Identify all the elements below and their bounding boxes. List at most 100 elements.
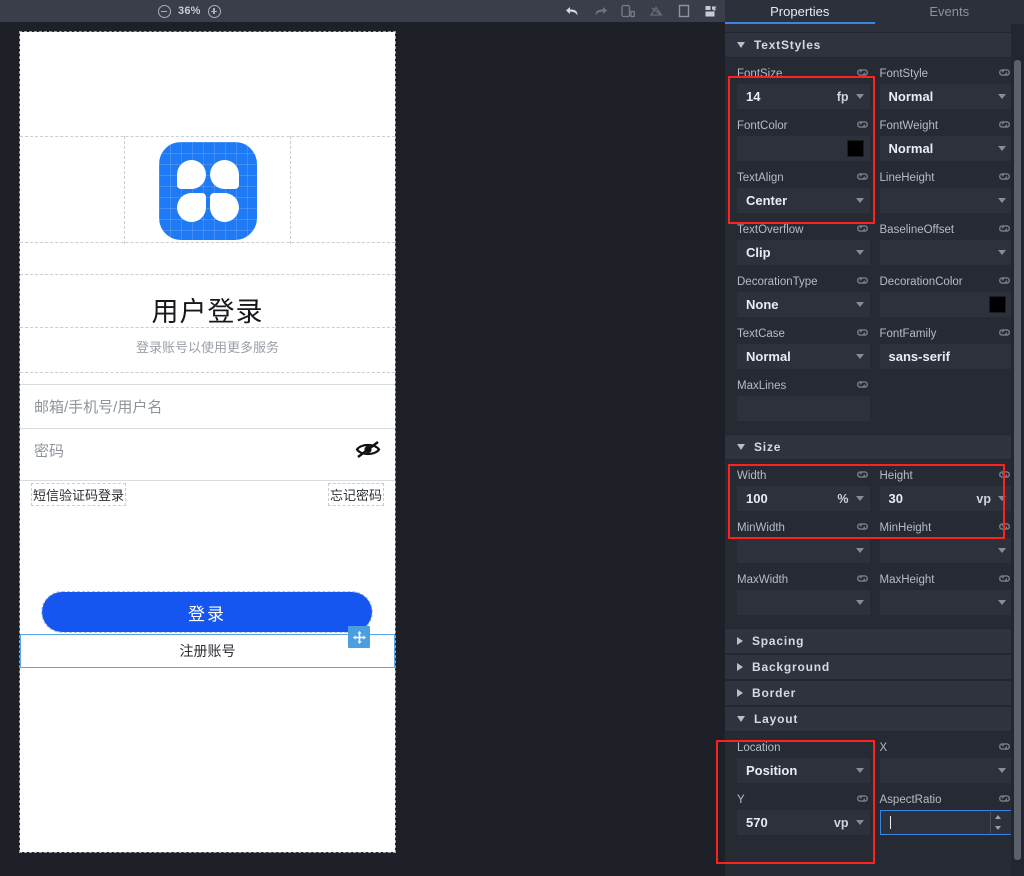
panel-scrollbar-track[interactable]: [1011, 24, 1024, 876]
section-header-textstyles[interactable]: TextStyles: [725, 32, 1024, 58]
link-chain-icon[interactable]: [997, 571, 1012, 589]
link-chain-icon[interactable]: [997, 65, 1012, 83]
sms-login-link[interactable]: 短信验证码登录: [32, 484, 125, 505]
tab-properties[interactable]: Properties: [725, 0, 875, 24]
link-chain-icon[interactable]: [997, 467, 1012, 485]
prop-input-minheight[interactable]: [880, 538, 1013, 563]
section-header-spacing[interactable]: Spacing: [725, 628, 1024, 654]
prop-input-baselineoffset[interactable]: [880, 240, 1013, 265]
link-chain-icon[interactable]: [855, 325, 870, 343]
prop-input-textcase[interactable]: Normal: [737, 344, 870, 369]
panel-scrollbar-thumb[interactable]: [1014, 60, 1021, 860]
prop-input-fontstyle[interactable]: Normal: [880, 84, 1013, 109]
prop-input-maxheight[interactable]: [880, 590, 1013, 615]
chevron-down-icon[interactable]: [856, 198, 864, 203]
move-handle-icon[interactable]: [348, 626, 370, 648]
link-chain-icon[interactable]: [997, 519, 1012, 537]
chevron-down-icon[interactable]: [856, 94, 864, 99]
prop-input-aspectratio[interactable]: [880, 810, 1013, 835]
chevron-down-icon[interactable]: [856, 820, 864, 825]
link-chain-icon[interactable]: [855, 467, 870, 485]
prop-input-decorationcolor[interactable]: [880, 292, 1013, 317]
frame-icon[interactable]: [677, 4, 691, 18]
prop-input-y[interactable]: 570 vp: [737, 810, 870, 835]
chevron-down-icon[interactable]: [856, 302, 864, 307]
section-header-size[interactable]: Size: [725, 434, 1024, 460]
link-chain-icon[interactable]: [997, 221, 1012, 239]
link-chain-icon[interactable]: [855, 377, 870, 395]
prop-input-maxwidth[interactable]: [737, 590, 870, 615]
prop-input-fontweight[interactable]: Normal: [880, 136, 1013, 161]
chevron-down-icon[interactable]: [998, 146, 1006, 151]
link-chain-icon[interactable]: [997, 169, 1012, 187]
link-chain-icon[interactable]: [997, 273, 1012, 291]
chevron-down-icon[interactable]: [856, 600, 864, 605]
chevron-down-icon[interactable]: [998, 496, 1006, 501]
chevron-down-icon[interactable]: [998, 600, 1006, 605]
register-link[interactable]: 注册账号: [20, 634, 395, 668]
prop-input-x[interactable]: [880, 758, 1013, 783]
chevron-down-icon[interactable]: [856, 354, 864, 359]
prop-input-textoverflow[interactable]: Clip: [737, 240, 870, 265]
chevron-down-icon[interactable]: [856, 496, 864, 501]
zoom-in-icon[interactable]: [208, 5, 221, 18]
link-preview-icon[interactable]: [649, 4, 664, 18]
tab-events[interactable]: Events: [875, 0, 1024, 24]
prop-input-minwidth[interactable]: [737, 538, 870, 563]
login-button[interactable]: 登录: [42, 592, 372, 632]
undo-icon[interactable]: [565, 5, 580, 18]
phone-preview[interactable]: 用户登录 登录账号以使用更多服务 邮箱/手机号/用户名 密码 短信验证码登录 忘…: [20, 32, 395, 852]
prop-input-textalign[interactable]: Center: [737, 188, 870, 213]
link-chain-icon[interactable]: [997, 117, 1012, 135]
prop-input-decorationtype[interactable]: None: [737, 292, 870, 317]
section-header-border[interactable]: Border: [725, 680, 1024, 706]
username-placeholder: 邮箱/手机号/用户名: [34, 396, 162, 417]
prop-y: Y 570 vp: [737, 790, 870, 835]
prop-input-lineheight[interactable]: [880, 188, 1013, 213]
canvas-area[interactable]: 用户登录 登录账号以使用更多服务 邮箱/手机号/用户名 密码 短信验证码登录 忘…: [0, 22, 725, 876]
prop-input-height[interactable]: 30 vp: [880, 486, 1013, 511]
redo-icon[interactable]: [593, 5, 608, 18]
chevron-down-icon[interactable]: [856, 548, 864, 553]
chevron-down-icon[interactable]: [856, 250, 864, 255]
link-chain-icon[interactable]: [997, 791, 1012, 809]
color-swatch[interactable]: [847, 140, 864, 157]
link-chain-icon[interactable]: [997, 739, 1012, 757]
eye-off-icon[interactable]: [355, 439, 381, 463]
zoom-out-icon[interactable]: [158, 5, 171, 18]
link-chain-icon[interactable]: [855, 169, 870, 187]
chevron-down-icon[interactable]: [998, 250, 1006, 255]
chevron-down-icon[interactable]: [998, 548, 1006, 553]
color-swatch[interactable]: [989, 296, 1006, 313]
link-chain-icon[interactable]: [855, 65, 870, 83]
section-header-layout[interactable]: Layout: [725, 706, 1024, 732]
prop-input-fontcolor[interactable]: [737, 136, 870, 161]
prop-input-fontsize[interactable]: 14 fp: [737, 84, 870, 109]
chevron-down-icon[interactable]: [998, 768, 1006, 773]
multi-device-icon[interactable]: [704, 4, 719, 18]
spinner-stepper[interactable]: [990, 812, 1005, 833]
username-input[interactable]: 邮箱/手机号/用户名: [20, 384, 395, 428]
device-preview-icon[interactable]: [621, 4, 636, 18]
link-chain-icon[interactable]: [997, 325, 1012, 343]
chevron-down-icon: [737, 42, 745, 48]
prop-input-maxlines[interactable]: [737, 396, 870, 421]
prop-input-fontfamily[interactable]: sans-serif: [880, 344, 1013, 369]
prop-value: 30: [889, 491, 903, 506]
link-chain-icon[interactable]: [855, 519, 870, 537]
link-chain-icon[interactable]: [855, 571, 870, 589]
link-chain-icon[interactable]: [855, 273, 870, 291]
chevron-down-icon[interactable]: [998, 198, 1006, 203]
password-input[interactable]: 密码: [20, 428, 395, 472]
prop-fontstyle: FontStyle Normal: [880, 64, 1013, 109]
chevron-down-icon[interactable]: [998, 94, 1006, 99]
link-chain-icon[interactable]: [855, 791, 870, 809]
prop-input-location[interactable]: Position: [737, 758, 870, 783]
prop-aspectratio: AspectRatio: [880, 790, 1013, 835]
section-header-background[interactable]: Background: [725, 654, 1024, 680]
link-chain-icon[interactable]: [855, 117, 870, 135]
chevron-down-icon[interactable]: [856, 768, 864, 773]
link-chain-icon[interactable]: [855, 221, 870, 239]
forgot-password-link[interactable]: 忘记密码: [329, 484, 383, 505]
prop-input-width[interactable]: 100 %: [737, 486, 870, 511]
